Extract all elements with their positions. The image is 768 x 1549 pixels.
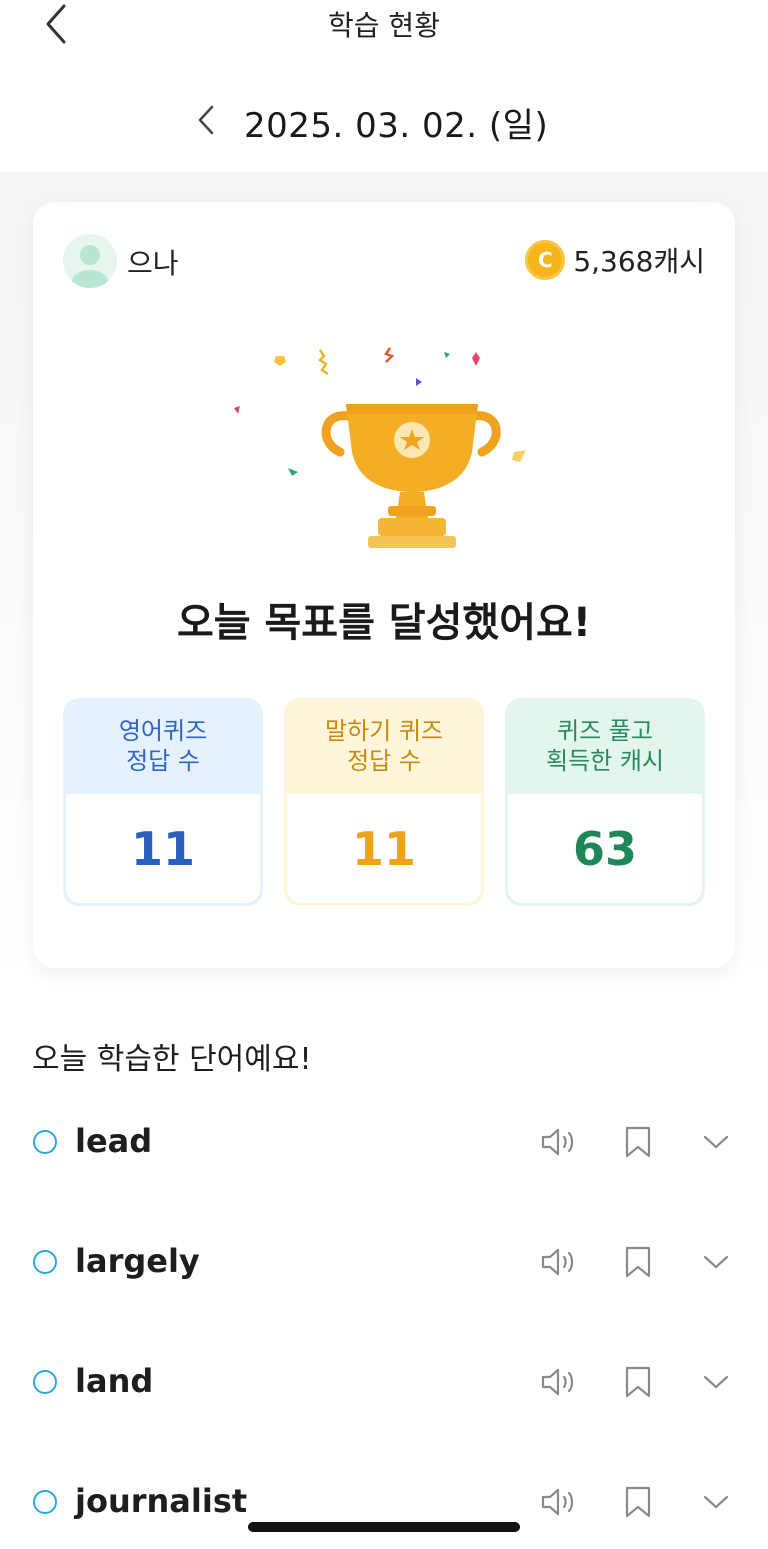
bookmark-button[interactable] [616, 1360, 660, 1404]
chevron-down-icon [703, 1135, 729, 1149]
speaker-icon [541, 1368, 574, 1396]
stat-label-line2: 획득한 캐시 [545, 747, 665, 775]
expand-button[interactable] [694, 1120, 738, 1164]
chevron-down-icon [703, 1375, 729, 1389]
word-label: journalist [75, 1482, 248, 1520]
words-section-title: 오늘 학습한 단어예요! [32, 1042, 312, 1077]
stat-speaking-quiz: 말하기 퀴즈 정답 수 11 [284, 698, 484, 906]
speaker-icon [541, 1128, 574, 1156]
speaker-icon [541, 1488, 574, 1516]
chevron-down-icon [703, 1255, 729, 1269]
page-title: 학습 현황 [328, 9, 440, 42]
bookmark-icon [625, 1486, 651, 1518]
expand-button[interactable] [694, 1480, 738, 1524]
speaker-button[interactable] [537, 1120, 581, 1164]
achievement-card: 으나 C 5,368캐시 오늘 목표를 달성했어요! 영어퀴즈 정답 수 11 … [33, 202, 735, 968]
avatar [63, 234, 117, 288]
chevron-left-icon [198, 105, 214, 135]
stats-row: 영어퀴즈 정답 수 11 말하기 퀴즈 정답 수 11 퀴즈 풀고 획득한 캐시… [63, 698, 705, 906]
stat-english-quiz: 영어퀴즈 정답 수 11 [63, 698, 263, 906]
cash-amount: 5,368캐시 [573, 245, 705, 278]
cash-balance: C 5,368캐시 [525, 240, 705, 280]
speaker-button[interactable] [537, 1240, 581, 1284]
word-label: lead [75, 1122, 153, 1160]
bookmark-button[interactable] [616, 1120, 660, 1164]
speaker-button[interactable] [537, 1360, 581, 1404]
home-indicator [248, 1522, 520, 1532]
stat-label-line1: 퀴즈 풀고 [557, 717, 653, 745]
date-label: 2025. 03. 02. (일) [244, 106, 549, 146]
bookmark-button[interactable] [616, 1480, 660, 1524]
stat-value: 63 [508, 794, 702, 903]
checkbox[interactable] [33, 1250, 57, 1274]
expand-button[interactable] [694, 1240, 738, 1284]
stat-value: 11 [287, 794, 481, 903]
bookmark-icon [625, 1366, 651, 1398]
word-label: largely [75, 1242, 200, 1280]
list-item: lead [0, 1114, 768, 1174]
header: 학습 현황 [0, 0, 768, 60]
stat-label-line1: 영어퀴즈 [118, 717, 208, 745]
stat-earned-cash: 퀴즈 풀고 획득한 캐시 63 [505, 698, 705, 906]
bookmark-icon [625, 1126, 651, 1158]
list-item: land [0, 1354, 768, 1414]
goal-achieved-title: 오늘 목표를 달성했어요! [176, 600, 592, 646]
bookmark-button[interactable] [616, 1240, 660, 1284]
checkbox[interactable] [33, 1370, 57, 1394]
list-item: largely [0, 1234, 768, 1294]
trophy-icon [234, 347, 526, 548]
username: 으나 [127, 247, 179, 280]
checkbox[interactable] [33, 1130, 57, 1154]
bookmark-icon [625, 1246, 651, 1278]
user-icon [72, 245, 108, 288]
speaker-icon [541, 1248, 574, 1276]
speaker-button[interactable] [537, 1480, 581, 1524]
previous-date-button[interactable] [186, 100, 226, 140]
stat-label-line2: 정답 수 [126, 747, 200, 775]
chevron-down-icon [703, 1495, 729, 1509]
date-navigator: 2025. 03. 02. (일) [0, 90, 768, 150]
coin-icon: C [525, 240, 566, 280]
expand-button[interactable] [694, 1360, 738, 1404]
learning-status-page: 학습 현황 2025. 03. 02. (일) 으나 C 5,368캐시 오늘 … [0, 0, 768, 1549]
word-label: land [75, 1362, 154, 1400]
stat-value: 11 [66, 794, 260, 903]
checkbox[interactable] [33, 1490, 57, 1514]
stat-label-line1: 말하기 퀴즈 [324, 717, 444, 745]
stat-label-line2: 정답 수 [347, 747, 421, 775]
